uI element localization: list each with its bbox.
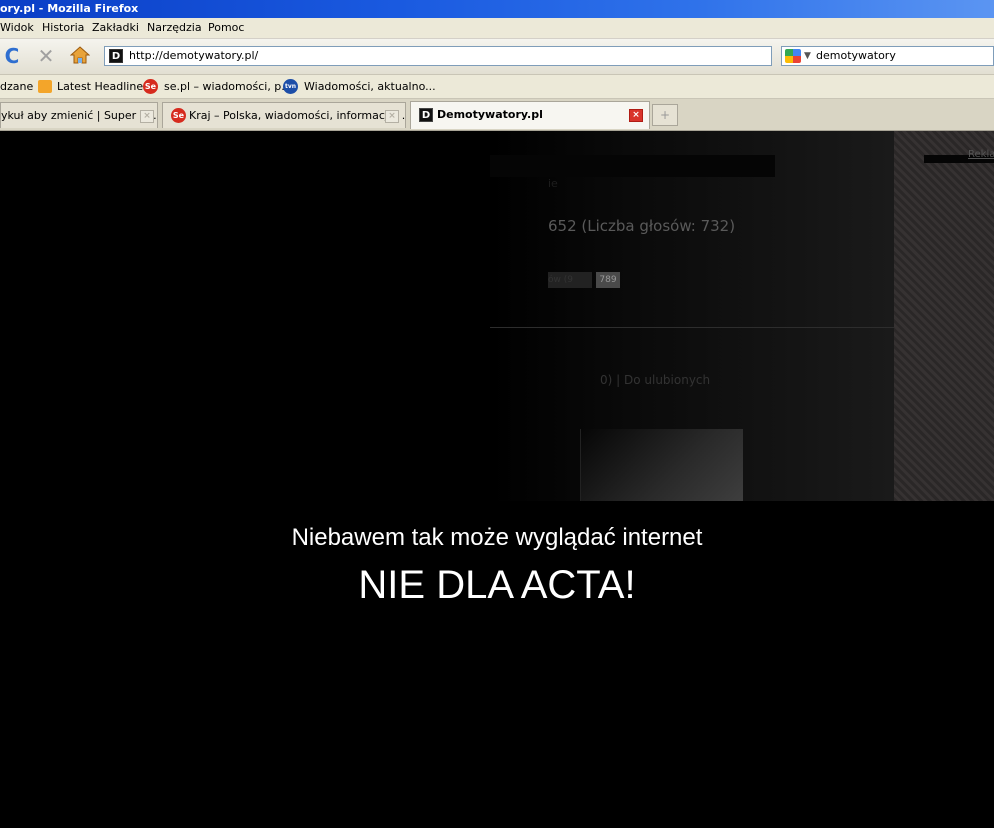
menu-history[interactable]: Historia xyxy=(42,18,84,38)
faded-button: ów (9 xyxy=(548,272,592,288)
page-content: Reklam ie 652 (Liczba głosów: 732) ów (9… xyxy=(0,131,994,828)
se-icon: Se xyxy=(171,108,186,123)
tab-kraj[interactable]: Se Kraj – Polska, wiadomości, informacje… xyxy=(162,102,406,128)
tab-label: Demotywatory.pl xyxy=(437,108,543,121)
faded-sidebar xyxy=(894,131,994,501)
menu-help[interactable]: Pomoc xyxy=(208,18,244,38)
reload-icon[interactable]: C xyxy=(0,45,24,67)
faded-divider xyxy=(490,327,894,328)
home-icon[interactable] xyxy=(68,46,92,68)
faded-text: ie xyxy=(548,177,558,190)
bookmark-se-pl[interactable]: se.pl – wiadomości, p... xyxy=(164,75,292,98)
bookmark-latest-headlines[interactable]: Latest Headlines xyxy=(57,75,149,98)
tab-label: Kraj – Polska, wiadomości, informacje, .… xyxy=(189,109,406,122)
message-line-1: Niebawem tak może wyglądać internet xyxy=(291,524,703,551)
tab-demotywatory[interactable]: D Demotywatory.pl × xyxy=(410,101,650,129)
tab-super-express[interactable]: ykuł aby zmienić | Super Ex... × xyxy=(0,102,158,128)
stop-icon[interactable]: ✕ xyxy=(34,45,58,67)
rss-icon xyxy=(38,80,52,93)
window-title: ory.pl - Mozilla Firefox xyxy=(0,2,139,15)
faded-header-bar xyxy=(490,155,775,177)
faded-ad-link: Reklam xyxy=(968,149,994,160)
close-icon[interactable]: × xyxy=(140,110,154,123)
new-tab-icon[interactable]: + xyxy=(652,104,678,126)
site-favicon-icon: D xyxy=(109,49,123,63)
message-line-2: NIE DLA ACTA! xyxy=(358,563,636,607)
bookmark-wiadomosci[interactable]: Wiadomości, aktualno... xyxy=(304,75,436,98)
faded-count-badge: 789 xyxy=(596,272,620,288)
url-text[interactable]: http://demotywatory.pl/ xyxy=(129,47,258,65)
tab-strip: ykuł aby zmienić | Super Ex... × Se Kraj… xyxy=(0,99,994,131)
site-favicon-icon: D xyxy=(419,108,433,122)
search-input[interactable]: demotywatory xyxy=(816,47,896,65)
se-icon: Se xyxy=(143,79,158,94)
bookmarks-toolbar: dzane Latest Headlines Se se.pl – wiadom… xyxy=(0,75,994,99)
search-bar[interactable]: ▼ demotywatory xyxy=(781,46,994,66)
close-icon[interactable]: × xyxy=(629,109,643,122)
faded-favorites-link: 0) | Do ulubionych xyxy=(600,373,711,387)
google-icon[interactable] xyxy=(785,49,801,63)
bookmark-item[interactable]: dzane xyxy=(0,75,33,98)
menu-bar: Widok Historia Zakładki Narzędzia Pomoc xyxy=(0,18,994,39)
menu-bookmarks[interactable]: Zakładki xyxy=(92,18,139,38)
window-title-bar: ory.pl - Mozilla Firefox xyxy=(0,0,994,18)
menu-view[interactable]: Widok xyxy=(0,18,34,38)
tab-label: ykuł aby zmienić | Super Ex... xyxy=(1,109,158,122)
faded-vote-count: 652 (Liczba głosów: 732) xyxy=(548,217,736,235)
close-icon[interactable]: × xyxy=(385,110,399,123)
url-bar[interactable]: D http://demotywatory.pl/ ☆ ▼ xyxy=(104,46,864,66)
faded-image xyxy=(580,429,743,501)
menu-tools[interactable]: Narzędzia xyxy=(147,18,202,38)
search-engine-dropdown-icon[interactable]: ▼ xyxy=(804,47,811,65)
navigation-toolbar: C ✕ D http://demotywatory.pl/ ☆ ▼ ▼ demo… xyxy=(0,39,994,75)
tvn-icon: tvn xyxy=(283,79,298,94)
